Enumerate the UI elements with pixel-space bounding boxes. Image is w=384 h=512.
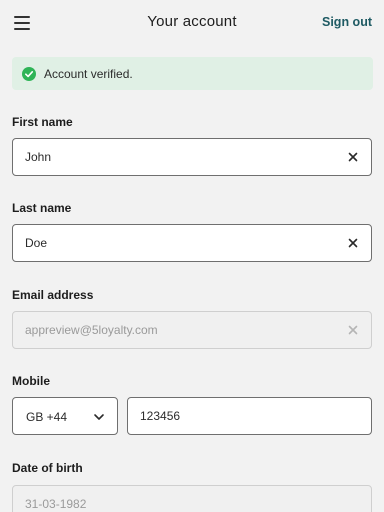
sign-out-link[interactable]: Sign out	[322, 15, 372, 29]
last-name-field[interactable]	[12, 224, 372, 262]
first-name-field[interactable]	[12, 138, 372, 176]
first-name-input[interactable]	[25, 139, 325, 175]
email-label: Email address	[12, 288, 94, 302]
dob-field	[12, 485, 372, 512]
mobile-number-input[interactable]	[140, 398, 360, 434]
clear-icon[interactable]	[347, 151, 359, 163]
chevron-down-icon	[94, 414, 104, 420]
dob-label: Date of birth	[12, 461, 83, 475]
verification-banner: Account verified.	[12, 57, 373, 90]
country-code-value: GB +44	[26, 410, 68, 424]
country-code-select[interactable]: GB +44	[12, 397, 118, 435]
mobile-number-field[interactable]	[127, 397, 372, 435]
dob-input	[25, 486, 325, 512]
last-name-input[interactable]	[25, 225, 325, 261]
banner-message: Account verified.	[44, 66, 133, 81]
clear-icon[interactable]	[347, 237, 359, 249]
app-header: Your account Sign out	[0, 0, 384, 46]
check-circle-icon	[22, 66, 36, 81]
email-field	[12, 311, 372, 349]
clear-icon	[348, 325, 358, 335]
mobile-label: Mobile	[12, 374, 50, 388]
last-name-label: Last name	[12, 201, 72, 215]
email-input	[25, 312, 325, 348]
first-name-label: First name	[12, 115, 73, 129]
